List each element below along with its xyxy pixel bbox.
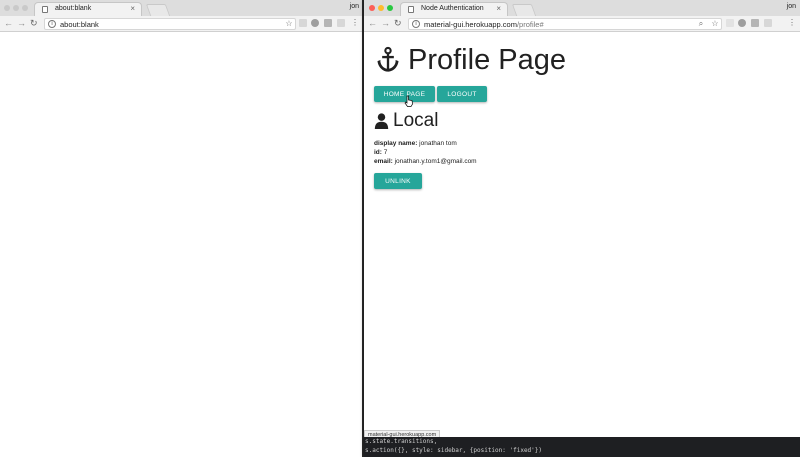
address-bar[interactable]: i about:blank ☆: [44, 18, 296, 30]
close-tab-icon[interactable]: ×: [130, 4, 135, 13]
terminal-line: s.state.transitions,: [365, 438, 438, 445]
info-icon[interactable]: i: [412, 20, 420, 28]
info-row: id: 7: [374, 149, 388, 156]
new-tab-button[interactable]: [511, 4, 537, 16]
page-icon: [42, 6, 48, 13]
reload-icon[interactable]: ↻: [30, 18, 38, 29]
terminal-panel: s.state.transitions, s.action({}, style: …: [364, 437, 800, 457]
field-value: 7: [383, 149, 388, 156]
nav-button-row: HOME PAGE LOGOUT: [374, 86, 794, 102]
tab-about-blank[interactable]: about:blank ×: [34, 2, 142, 16]
forward-arrow-icon[interactable]: →: [17, 18, 26, 28]
tab-title: Node Authentication: [421, 5, 484, 12]
section-title: Local: [393, 110, 439, 131]
right-browser-window: Node Authentication × jon ← → ↻ i materi…: [364, 0, 800, 457]
unlink-button[interactable]: UNLINK: [374, 173, 422, 189]
field-value: jonathan.y.tom1@gmail.com: [394, 158, 477, 165]
extension-icon[interactable]: [324, 19, 332, 27]
extension-icon[interactable]: [726, 19, 734, 27]
info-row: display name: jonathan tom: [374, 140, 457, 147]
page-heading: Profile Page: [374, 43, 794, 77]
page-title: Profile Page: [408, 43, 566, 76]
profile-page: Profile Page HOME PAGE LOGOUT Local disp…: [364, 33, 800, 457]
local-section-heading: Local: [374, 110, 794, 132]
url-host: material-gui.herokuapp.com: [424, 20, 517, 29]
hand-cursor-icon: [404, 95, 413, 107]
close-tab-icon[interactable]: ×: [496, 4, 501, 13]
page-icon: [408, 6, 414, 13]
info-icon[interactable]: i: [48, 20, 56, 28]
reload-icon[interactable]: ↻: [394, 18, 402, 29]
field-label: display name: [374, 140, 416, 147]
left-toolbar: ← → ↻ i about:blank ☆ ⋮: [0, 16, 363, 32]
url-text: about:blank: [60, 20, 99, 29]
field-label: email: [374, 158, 391, 165]
extension-icon[interactable]: [764, 19, 772, 27]
logout-button[interactable]: LOGOUT: [437, 86, 487, 102]
extension-icon[interactable]: [337, 19, 345, 27]
page-content: Profile Page HOME PAGE LOGOUT Local disp…: [374, 43, 794, 189]
minimize-window-button[interactable]: [13, 5, 19, 11]
unlink-row: UNLINK: [374, 173, 794, 189]
extension-icon[interactable]: [311, 19, 319, 27]
profile-user-label[interactable]: jon: [787, 3, 796, 10]
close-window-button[interactable]: [4, 5, 10, 11]
zoom-search-icon[interactable]: ⌕: [697, 20, 705, 28]
extension-icon[interactable]: [299, 19, 307, 27]
minimize-window-button[interactable]: [378, 5, 384, 11]
extension-icon[interactable]: [751, 19, 759, 27]
back-arrow-icon[interactable]: ←: [4, 18, 13, 28]
terminal-line: s.action({}, style: sidebar, {position: …: [365, 447, 543, 454]
back-arrow-icon[interactable]: ←: [368, 18, 377, 28]
user-icon: [374, 113, 389, 129]
menu-dots-icon[interactable]: ⋮: [788, 19, 796, 27]
zoom-window-button[interactable]: [22, 5, 28, 11]
star-icon[interactable]: ☆: [711, 20, 719, 28]
star-icon[interactable]: ☆: [285, 20, 293, 28]
forward-arrow-icon[interactable]: →: [381, 18, 390, 28]
close-window-button[interactable]: [369, 5, 375, 11]
url-path: /profile#: [516, 20, 544, 29]
right-tab-bar: Node Authentication × jon: [364, 0, 800, 16]
anchor-icon: [377, 46, 399, 72]
new-tab-button[interactable]: [145, 4, 171, 16]
left-browser-window: about:blank × jon ← → ↻ i about:blank ☆ …: [0, 0, 363, 457]
left-tab-bar: about:blank × jon: [0, 0, 363, 16]
url-text: material-gui.herokuapp.com/profile#: [424, 20, 544, 29]
tab-title: about:blank: [55, 5, 92, 12]
address-bar[interactable]: i material-gui.herokuapp.com/profile# ⌕ …: [408, 18, 722, 30]
menu-dots-icon[interactable]: ⋮: [351, 19, 359, 27]
blank-page: [0, 33, 363, 457]
field-value: jonathan tom: [419, 140, 457, 147]
tab-node-authentication[interactable]: Node Authentication ×: [400, 2, 508, 16]
extension-icon[interactable]: [738, 19, 746, 27]
zoom-window-button[interactable]: [387, 5, 393, 11]
info-row: email: jonathan.y.tom1@gmail.com: [374, 158, 477, 165]
profile-info: display name: jonathan tom id: 7 email: …: [374, 139, 794, 166]
profile-user-label[interactable]: jon: [350, 3, 359, 10]
right-toolbar: ← → ↻ i material-gui.herokuapp.com/profi…: [364, 16, 800, 32]
